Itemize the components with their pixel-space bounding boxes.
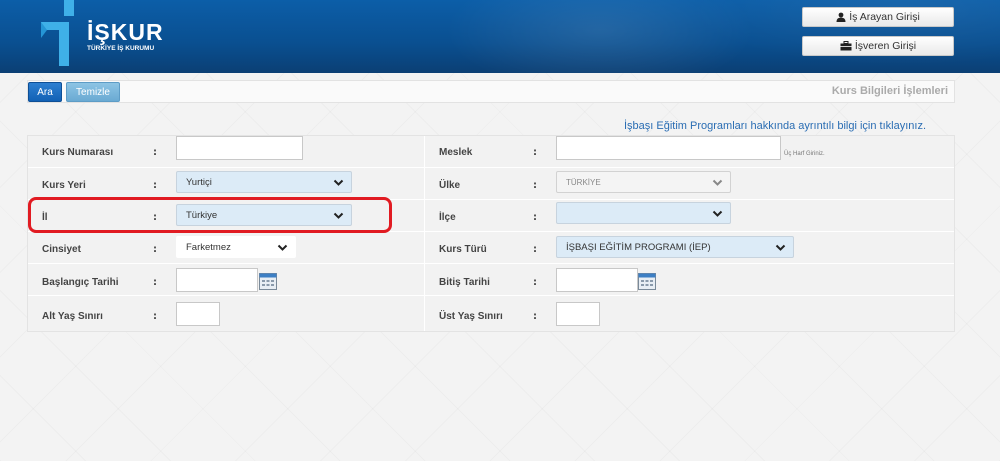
- chevron-down-icon: [712, 179, 723, 186]
- form-row: Kurs Yeri : Yurtiçi Ülke : TÜRKİYE: [28, 168, 954, 200]
- colon: :: [153, 147, 157, 158]
- min-age-label: Alt Yaş Sınırı: [42, 311, 103, 322]
- briefcase-icon: [840, 41, 852, 51]
- gender-label: Cinsiyet: [42, 244, 81, 255]
- job-seeker-login-label: İş Arayan Girişi: [849, 11, 920, 23]
- country-value: TÜRKİYE: [566, 177, 601, 187]
- course-type-value: İŞBAŞI EĞİTİM PROGRAMI (İEP): [566, 241, 711, 253]
- course-location-label: Kurs Yeri: [42, 180, 86, 191]
- calendar-icon[interactable]: [259, 272, 277, 290]
- employer-login-label: İşveren Girişi: [854, 40, 917, 52]
- form-row: Kurs Numarası : Meslek : Üç Harf Giriniz…: [28, 136, 954, 168]
- course-search-form: Kurs Numarası : Meslek : Üç Harf Giriniz…: [27, 135, 955, 332]
- colon: :: [153, 311, 157, 322]
- course-location-select[interactable]: Yurtiçi: [176, 171, 352, 193]
- gender-select[interactable]: Farketmez: [176, 236, 296, 258]
- colon: :: [533, 311, 537, 322]
- chevron-down-icon: [333, 179, 344, 186]
- clear-button[interactable]: Temizle: [66, 82, 120, 102]
- course-number-input[interactable]: [176, 136, 303, 160]
- site-header: İŞKUR TÜRKİYE İŞ KURUMU İş Arayan Girişi…: [0, 0, 1000, 73]
- course-location-value: Yurtiçi: [186, 176, 212, 188]
- iskur-logo-mark: [41, 0, 74, 66]
- district-select[interactable]: [556, 202, 731, 224]
- colon: :: [153, 180, 157, 191]
- country-label: Ülke: [439, 180, 461, 191]
- max-age-input[interactable]: [556, 302, 600, 326]
- toolbar: Ara Temizle Kurs Bilgileri İşlemleri: [27, 80, 955, 103]
- chevron-down-icon: [712, 210, 723, 217]
- job-seeker-login-button[interactable]: İş Arayan Girişi: [802, 7, 954, 27]
- user-icon: [836, 12, 846, 22]
- start-date-input[interactable]: [176, 268, 258, 292]
- colon: :: [533, 244, 537, 255]
- colon: :: [533, 277, 537, 288]
- calendar-icon[interactable]: [638, 272, 656, 290]
- colon: :: [533, 147, 537, 158]
- profession-hint: Üç Harf Giriniz.: [784, 151, 825, 157]
- employer-login-button[interactable]: İşveren Girişi: [802, 36, 954, 56]
- province-highlight-annotation: [28, 197, 392, 233]
- colon: :: [533, 180, 537, 191]
- district-label: İlçe: [439, 212, 456, 223]
- course-type-select[interactable]: İŞBAŞI EĞİTİM PROGRAMI (İEP): [556, 236, 794, 258]
- min-age-input[interactable]: [176, 302, 220, 326]
- colon: :: [153, 244, 157, 255]
- profession-input[interactable]: [556, 136, 781, 160]
- end-date-label: Bitiş Tarihi: [439, 277, 490, 288]
- form-row: Alt Yaş Sınırı : Üst Yaş Sınırı :: [28, 296, 954, 331]
- form-row: Cinsiyet : Farketmez Kurs Türü : İŞBAŞI …: [28, 232, 954, 264]
- iep-info-link[interactable]: İşbaşı Eğitim Programları hakkında ayrın…: [624, 120, 926, 132]
- start-date-label: Başlangıç Tarihi: [42, 277, 119, 288]
- end-date-input[interactable]: [556, 268, 638, 292]
- iskur-logo[interactable]: İŞKUR TÜRKİYE İŞ KURUMU: [35, 0, 175, 70]
- profession-label: Meslek: [439, 147, 473, 158]
- colon: :: [153, 277, 157, 288]
- brand-name: İŞKUR: [87, 19, 164, 45]
- search-button[interactable]: Ara: [28, 82, 62, 102]
- course-number-label: Kurs Numarası: [42, 147, 114, 158]
- page-title: Kurs Bilgileri İşlemleri: [831, 85, 948, 97]
- chevron-down-icon: [277, 244, 288, 251]
- course-type-label: Kurs Türü: [439, 244, 487, 255]
- max-age-label: Üst Yaş Sınırı: [439, 311, 503, 322]
- gender-value: Farketmez: [186, 241, 231, 253]
- country-select: TÜRKİYE: [556, 171, 731, 193]
- chevron-down-icon: [775, 244, 786, 251]
- brand-subtitle: TÜRKİYE İŞ KURUMU: [87, 45, 155, 52]
- form-row: Başlangıç Tarihi : Bitiş Tarihi :: [28, 264, 954, 296]
- colon: :: [533, 212, 537, 223]
